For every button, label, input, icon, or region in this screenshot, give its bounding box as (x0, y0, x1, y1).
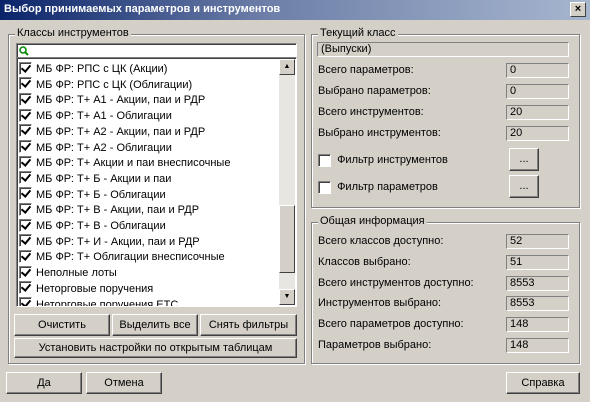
current-class-name: (Выпуски) (317, 42, 569, 57)
list-item[interactable]: Неторговые поручения (19, 281, 153, 297)
info-label: Всего классов доступно: (318, 235, 444, 247)
list-item-label: МБ ФР: Т+ В - Облигации (36, 220, 166, 232)
close-icon: × (574, 3, 582, 15)
list-item[interactable]: МБ ФР: Т+ А2 - Облигации (19, 140, 172, 156)
list-item-checkbox[interactable] (19, 171, 32, 185)
list-item-label: МБ ФР: Т+ Б - Акции и паи (36, 172, 172, 185)
filter-instruments-label: Фильтр инструментов (337, 154, 448, 167)
help-button[interactable]: Справка (506, 372, 580, 394)
list-item-label: МБ ФР: Т+ Б - Облигации (36, 188, 166, 201)
scroll-up-button[interactable]: ▲ (279, 59, 295, 75)
list-item[interactable]: МБ ФР: Т+ Б - Акции и паи (19, 171, 171, 187)
general-info-legend: Общая информация (318, 215, 427, 227)
list-item-label: МБ ФР: Т+ И - Акции, паи и РДР (36, 235, 200, 248)
list-item-label: МБ ФР: Т+ А1 - Облигации (36, 110, 172, 123)
remove-filters-button[interactable]: Снять фильтры (200, 314, 297, 336)
list-item-checkbox[interactable] (19, 92, 32, 106)
list-item-label: МБ ФР: Т+ В - Акции, паи и РДР (36, 204, 200, 217)
list-item-checkbox[interactable] (19, 202, 32, 216)
list-item[interactable]: МБ ФР: Т+ Акции и паи внесписочные (19, 155, 230, 171)
clear-button[interactable]: Очистить (14, 314, 110, 336)
info-value: 20 (506, 126, 569, 141)
info-value: 148 (506, 338, 569, 353)
cancel-button[interactable]: Отмена (86, 372, 162, 394)
list-item-checkbox[interactable] (19, 77, 32, 91)
list-item-label: МБ ФР: Т+ Облигации внесписочные (36, 251, 225, 264)
filter-instruments-option[interactable]: Фильтр инструментов (318, 154, 448, 169)
apply-open-tables-button[interactable]: Установить настройки по открытым таблица… (14, 338, 297, 358)
list-item[interactable]: МБ ФР: Т+ И - Акции, паи и РДР (19, 234, 200, 250)
scroll-thumb[interactable] (279, 205, 295, 273)
list-item-checkbox[interactable] (19, 249, 32, 263)
ok-button[interactable]: Да (6, 372, 82, 394)
info-label: Всего параметров доступно: (318, 318, 464, 331)
list-item-label: Неполные лоты (36, 267, 117, 280)
list-item[interactable]: МБ ФР: РПС с ЦК (Облигации) (19, 77, 192, 93)
list-item[interactable]: МБ ФР: Т+ А1 - Облигации (19, 108, 172, 124)
title-bar[interactable]: Выбор принимаемых параметров и инструмен… (0, 0, 590, 20)
list-item[interactable]: МБ ФР: Т+ А1 - Акции, паи и РДР (19, 92, 205, 108)
list-item[interactable]: МБ ФР: Т+ А2 - Акции, паи и РДР (19, 124, 205, 140)
scroll-down-button[interactable]: ▼ (279, 289, 295, 305)
current-class-legend: Текущий класс (318, 27, 398, 39)
filter-params-label: Фильтр параметров (337, 181, 438, 194)
instrument-classes-legend: Классы инструментов (15, 27, 131, 39)
list-item[interactable]: Неторговые поручения ЕТС (19, 297, 179, 307)
info-label: Инструментов выбрано: (318, 297, 442, 310)
filter-params-option[interactable]: Фильтр параметров (318, 181, 438, 196)
list-item-checkbox[interactable] (19, 218, 32, 232)
info-value: 52 (506, 234, 569, 249)
list-item-label: МБ ФР: Т+ А2 - Облигации (36, 141, 172, 154)
list-item-checkbox[interactable] (19, 281, 32, 295)
search-icon (19, 46, 29, 56)
list-item[interactable]: Неполные лоты (19, 265, 117, 281)
list-item[interactable]: МБ ФР: Т+ В - Облигации (19, 218, 166, 234)
info-label: Классов выбрано: (318, 255, 411, 268)
list-item-label: МБ ФР: РПС с ЦК (Облигации) (36, 78, 193, 91)
info-label: Всего параметров: (318, 64, 414, 76)
list-item-checkbox[interactable] (19, 140, 32, 154)
list-item-checkbox[interactable] (19, 155, 32, 169)
list-item-label: МБ ФР: Т+ Акции и паи внесписочные (36, 157, 231, 170)
info-label: Параметров выбрано: (318, 339, 432, 351)
select-all-button[interactable]: Выделить все (112, 314, 198, 336)
info-value: 8553 (506, 275, 569, 291)
list-item-checkbox[interactable] (19, 61, 32, 75)
list-item-label: Неторговые поручения (36, 282, 154, 295)
class-filter-input[interactable] (16, 43, 297, 58)
info-label: Выбрано параметров: (318, 85, 431, 97)
filter-instruments-button[interactable]: ... (509, 148, 539, 171)
list-item-checkbox[interactable] (19, 187, 32, 201)
list-item-checkbox[interactable] (19, 108, 32, 122)
list-item-checkbox[interactable] (19, 297, 32, 306)
window-title: Выбор принимаемых параметров и инструмен… (4, 3, 281, 15)
list-item-label: МБ ФР: Т+ А2 - Акции, паи и РДР (36, 125, 206, 138)
info-value: 8553 (506, 296, 569, 312)
list-item-checkbox[interactable] (19, 124, 32, 138)
info-value: 148 (506, 317, 569, 333)
list-item-label: МБ ФР: Т+ А1 - Акции, паи и РДР (36, 94, 206, 107)
list-item-label: Неторговые поручения ЕТС (36, 298, 179, 307)
close-button[interactable]: × (570, 2, 586, 17)
info-value: 20 (506, 105, 569, 120)
filter-params-button[interactable]: ... (509, 175, 539, 198)
list-item[interactable]: МБ ФР: Т+ Облигации внесписочные (19, 249, 225, 265)
info-label: Всего инструментов доступно: (318, 276, 474, 289)
info-label: Выбрано инструментов: (318, 127, 441, 139)
list-item-checkbox[interactable] (19, 234, 32, 248)
list-item[interactable]: МБ ФР: Т+ В - Акции, паи и РДР (19, 202, 199, 218)
list-scrollbar[interactable]: ▲ ▼ (279, 59, 295, 305)
list-item-label: МБ ФР: РПС с ЦК (Акции) (36, 63, 168, 75)
info-value: 51 (506, 254, 569, 270)
info-value: 0 (506, 63, 569, 78)
list-item[interactable]: МБ ФР: Т+ Б - Облигации (19, 187, 166, 203)
info-label: Всего инструментов: (318, 106, 424, 118)
list-item-checkbox[interactable] (19, 265, 32, 279)
list-item[interactable]: МБ ФР: РПС с ЦК (Акции) (19, 61, 167, 77)
filter-instruments-checkbox[interactable] (318, 154, 331, 167)
info-value: 0 (506, 84, 569, 99)
filter-params-checkbox[interactable] (318, 181, 331, 194)
instrument-classes-list[interactable]: МБ ФР: РПС с ЦК (Акции) МБ ФР: РПС с ЦК (… (16, 57, 297, 307)
